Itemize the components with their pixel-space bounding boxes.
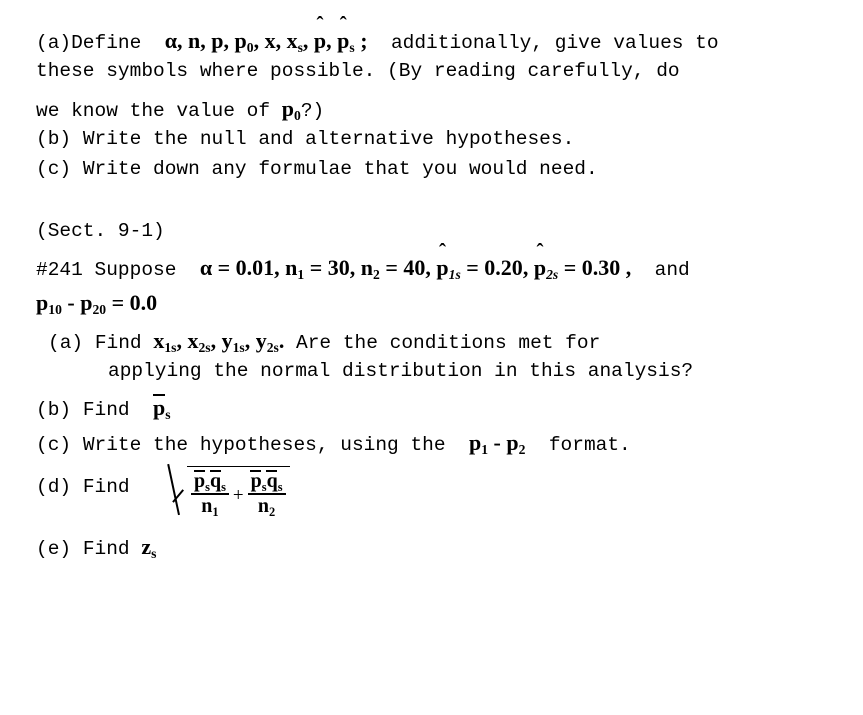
fraction-1-numerator: ps qs xyxy=(193,470,226,494)
item-a-lead: Find xyxy=(94,332,142,354)
problem-statement-line-1: #241 Suppose α = 0.01, n1 = 30, n2 = 40,… xyxy=(36,255,690,283)
problem-lead: Suppose xyxy=(94,259,177,281)
item-d-label: (d) xyxy=(36,476,72,498)
fraction-1-denominator: n1 xyxy=(201,494,219,519)
item-d-line: (d) Find xyxy=(36,476,130,498)
item-e-variable: zs xyxy=(141,534,157,562)
document-page: (a)Define α, n, p, p0, x, xs, ̂p, ̂ps ; … xyxy=(0,0,863,715)
fraction-2-denominator: n2 xyxy=(257,494,276,519)
item-e-label: (e) xyxy=(36,538,72,560)
part-a-line-1-tail: additionally, give values to xyxy=(390,32,719,54)
part-c-line: (c) Write down any formulae that you wou… xyxy=(36,158,598,180)
item-a-tail: Are the conditions met for xyxy=(296,332,601,354)
item-d-formula: ps qs n1 + ps qs n2 xyxy=(167,463,290,522)
radicand: ps qs n1 + ps qs n2 xyxy=(187,466,290,519)
section-reference: (Sect. 9-1) xyxy=(36,220,165,242)
item-b-variable: ps xyxy=(152,394,171,423)
part-a-line-2: these symbols where possible. (By readin… xyxy=(36,60,680,82)
part-a-p0-symbol: p0 xyxy=(281,96,301,124)
part-b-label: (b) xyxy=(36,128,72,150)
item-a-label: (a) xyxy=(48,332,84,354)
part-a-line-3-pre: we know the value of xyxy=(36,100,271,122)
item-d-lead: Find xyxy=(82,476,130,498)
item-e-line: (e) Find zs xyxy=(36,534,157,562)
item-b-label: (b) xyxy=(36,399,72,421)
item-a-variables: x1s, x2s, y1s, y2s. xyxy=(153,328,285,356)
plus-operator: + xyxy=(232,485,244,507)
part-a-symbol-list: α, n, p, p0, x, xs, ̂p, ̂ps ; xyxy=(164,28,368,56)
problem-number: #241 xyxy=(36,259,83,281)
part-a-label: (a) xyxy=(36,32,72,54)
radical-sign-icon xyxy=(167,463,187,517)
part-b-text: Write the null and alternative hypothese… xyxy=(82,128,575,150)
problem-trailing-word: and xyxy=(654,259,690,281)
part-a-line-1: (a)Define α, n, p, p0, x, xs, ̂p, ̂ps ; … xyxy=(36,28,719,56)
p10-minus-p20-equation: p10 - p20 = 0.0 xyxy=(36,290,158,318)
item-e-lead: Find xyxy=(82,538,130,560)
part-a-lead: Define xyxy=(71,32,142,54)
part-a-line-3: we know the value of p0?) xyxy=(36,96,325,124)
part-a-line-3-tail: ?) xyxy=(300,100,325,122)
problem-givens: α = 0.01, n1 = 30, n2 = 40, ̂p1s = 0.20,… xyxy=(199,255,632,283)
fraction-1: ps qs n1 xyxy=(191,470,229,519)
item-c-lead: Write the hypotheses, using the xyxy=(82,434,446,456)
item-b-lead: Find xyxy=(82,399,130,421)
item-c-line: (c) Write the hypotheses, using the p1 -… xyxy=(36,430,631,458)
square-root-expression: ps qs n1 + ps qs n2 xyxy=(167,463,290,519)
part-b-line: (b) Write the null and alternative hypot… xyxy=(36,128,575,150)
item-b-line: (b) Find ps xyxy=(36,394,171,423)
item-a-line-2: applying the normal distribution in this… xyxy=(108,360,694,382)
part-c-label: (c) xyxy=(36,158,72,180)
item-c-format-expression: p1 - p2 xyxy=(468,430,526,458)
problem-statement-line-2: p10 - p20 = 0.0 xyxy=(36,290,158,318)
item-a-line-1: (a) Find x1s, x2s, y1s, y2s. Are the con… xyxy=(48,328,601,356)
item-c-label: (c) xyxy=(36,434,72,456)
fraction-2-numerator: ps qs xyxy=(250,470,283,494)
part-c-text: Write down any formulae that you would n… xyxy=(82,158,598,180)
item-c-tail: format. xyxy=(548,434,631,456)
fraction-2: ps qs n2 xyxy=(247,470,286,519)
